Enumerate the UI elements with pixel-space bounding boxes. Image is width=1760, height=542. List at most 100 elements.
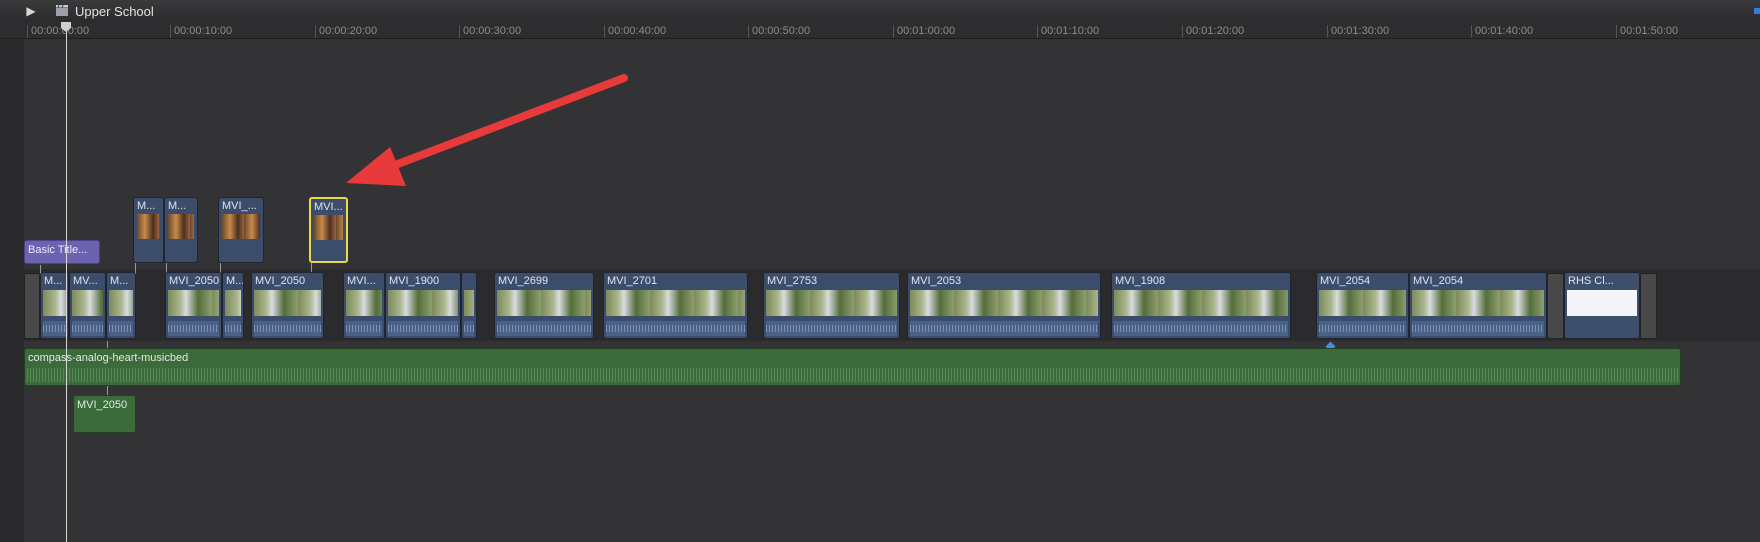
clip-thumbnails xyxy=(254,290,321,316)
ruler-tick: 00:00:40:00 xyxy=(604,25,666,38)
timeline-left-gutter xyxy=(0,39,24,542)
clip-thumbnails xyxy=(1567,290,1637,316)
clip-thumbnails xyxy=(1412,290,1544,316)
ruler-tick: 00:01:30:00 xyxy=(1327,25,1389,38)
ruler-tick: 00:01:20:00 xyxy=(1182,25,1244,38)
storyline-clip[interactable]: MVI_2753 xyxy=(763,272,900,339)
storyline-clip[interactable] xyxy=(461,272,477,339)
storyline-clip[interactable]: M... xyxy=(40,272,69,339)
clip-label: M... xyxy=(44,275,63,287)
clip-waveform xyxy=(72,321,103,336)
clip-waveform xyxy=(388,321,458,336)
audio-waveform xyxy=(27,368,1678,382)
ruler-tick: 00:00:00:00 xyxy=(27,25,89,38)
ruler-tick: 00:01:10:00 xyxy=(1037,25,1099,38)
clip-waveform xyxy=(225,321,241,336)
clip-thumbnails xyxy=(168,290,219,316)
storyline-clip-rhs[interactable]: RHS Cl... xyxy=(1564,272,1640,339)
music-clip[interactable]: compass-analog-heart-musicbed xyxy=(24,348,1681,386)
connected-audio-clip[interactable]: MVI_2050 xyxy=(73,395,136,433)
clip-label: MVI_2050 xyxy=(255,275,306,287)
transition-gap[interactable] xyxy=(1640,273,1657,339)
clip-waveform xyxy=(606,321,745,336)
clip-waveform xyxy=(254,321,321,336)
clip-label: M... xyxy=(137,200,156,212)
ruler-tick: 00:00:20:00 xyxy=(315,25,377,38)
clip-waveform xyxy=(43,321,66,336)
clip-label: MVI_2053 xyxy=(911,275,962,287)
storyline-clip[interactable]: MVI_2053 xyxy=(907,272,1101,339)
transition-gap[interactable] xyxy=(1547,273,1564,339)
connected-clip[interactable]: M... xyxy=(133,197,164,263)
playhead[interactable] xyxy=(66,24,67,542)
clip-thumbnails xyxy=(72,290,103,316)
clip-thumbnails xyxy=(606,290,745,316)
annotation-arrow-icon xyxy=(346,74,628,186)
clip-label: M... xyxy=(110,275,129,287)
clip-label: RHS Cl... xyxy=(1568,275,1614,287)
clip-thumbnails xyxy=(388,290,458,316)
storyline-clip[interactable]: MVI_2050 xyxy=(165,272,222,339)
connected-clip[interactable]: M... xyxy=(164,197,198,263)
connected-clip[interactable]: MVI_... xyxy=(218,197,264,263)
clip-waveform xyxy=(1319,321,1406,336)
clip-label: M... xyxy=(226,275,244,287)
clip-label: MVI_... xyxy=(222,200,257,212)
storyline-clip[interactable]: MVI_2054 xyxy=(1409,272,1547,339)
clip-label: MVI_2701 xyxy=(607,275,658,287)
clip-label: MVI_1900 xyxy=(389,275,440,287)
storyline-clip[interactable]: MVI_1908 xyxy=(1111,272,1291,339)
ruler-tick: 00:01:00:00 xyxy=(893,25,955,38)
clip-waveform xyxy=(109,321,133,336)
ruler-tick: 00:01:40:00 xyxy=(1471,25,1533,38)
clip-thumbnails xyxy=(225,290,241,316)
clip-label: MV... xyxy=(73,275,98,287)
clip-thumbnail xyxy=(222,214,260,239)
clip-waveform xyxy=(1412,321,1544,336)
storyline-clip[interactable]: MVI_1900 xyxy=(385,272,461,339)
time-ruler[interactable]: 00:00:00:00 00:00:10:00 00:00:20:00 00:0… xyxy=(0,22,1760,39)
clip-thumbnail xyxy=(168,214,194,239)
play-icon[interactable]: ▶ xyxy=(24,4,38,18)
clip-waveform xyxy=(910,321,1098,336)
clip-label: MVI_2753 xyxy=(767,275,818,287)
storyline-clip[interactable]: MVI_2699 xyxy=(494,272,594,339)
clip-label: MVI_2050 xyxy=(169,275,220,287)
clip-thumbnail xyxy=(314,215,343,240)
clip-waveform xyxy=(766,321,897,336)
title-clip[interactable]: Basic Title... xyxy=(24,240,100,264)
clip-label: M... xyxy=(168,200,187,212)
clip-label: Basic Title... xyxy=(28,244,88,256)
selected-connected-clip[interactable]: MVI... xyxy=(309,197,348,263)
project-title: Upper School xyxy=(75,4,154,19)
clip-label: compass-analog-heart-musicbed xyxy=(28,352,189,364)
storyline-clip[interactable]: MVI... xyxy=(343,272,385,339)
storyline-clip[interactable]: MVI_2054 xyxy=(1316,272,1409,339)
storyline-clip[interactable]: MVI_2701 xyxy=(603,272,748,339)
clip-thumbnails xyxy=(497,290,591,316)
clip-label: MVI_2699 xyxy=(498,275,549,287)
storyline-clip[interactable]: M... xyxy=(222,272,244,339)
clip-thumbnails xyxy=(464,290,474,316)
clip-label: MVI... xyxy=(314,201,343,213)
storyline-clip[interactable]: MVI_2050 xyxy=(251,272,324,339)
clip-label: MVI_2054 xyxy=(1320,275,1371,287)
transition-gap[interactable] xyxy=(24,273,40,339)
clip-thumbnails xyxy=(43,290,66,316)
ruler-tick: 00:00:30:00 xyxy=(459,25,521,38)
clip-label: MVI_1908 xyxy=(1115,275,1166,287)
clip-label: MVI... xyxy=(347,275,376,287)
storyline-clip[interactable]: MV... xyxy=(69,272,106,339)
timeline-header: ▶ Upper School xyxy=(0,0,1760,23)
clip-thumbnails xyxy=(766,290,897,316)
clip-thumbnails xyxy=(1114,290,1288,316)
ruler-tick: 00:01:50:00 xyxy=(1616,25,1678,38)
clip-waveform xyxy=(168,321,219,336)
clip-label: MVI_2054 xyxy=(1413,275,1464,287)
clapperboard-icon xyxy=(56,4,68,16)
clip-waveform xyxy=(464,321,474,336)
clip-waveform xyxy=(1114,321,1288,336)
clip-thumbnails xyxy=(109,290,133,316)
clip-waveform xyxy=(497,321,591,336)
storyline-clip[interactable]: M... xyxy=(106,272,136,339)
